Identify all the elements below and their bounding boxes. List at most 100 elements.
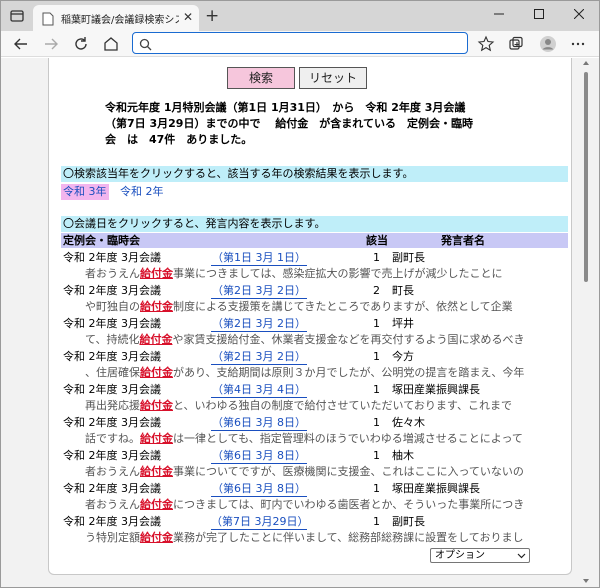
- table-row: 令和 2年度 3月会議 （第2日 3月 2日） 1 今方、住居確保給付金があり、支給期…: [61, 349, 568, 382]
- table-row: 令和 2年度 3月会議 （第6日 3月 8日） 1 佐々木 話ですね。給付金は一律として…: [61, 415, 568, 448]
- meeting-name: 令和 2年度 3月会議: [63, 251, 161, 264]
- summary-line: （第7日 3月29日）までの中で 給付金 が含まれている 定例会・臨時: [105, 117, 473, 130]
- maximize-icon[interactable]: [519, 1, 559, 29]
- hit-count: 1: [373, 449, 380, 462]
- meeting-date-link[interactable]: （第6日 3月 8日）: [211, 481, 307, 497]
- text-snippet: 者おうえん給付金事業につきましては、感染症拡大の影響で売上げが減少したことに: [85, 266, 568, 282]
- address-bar[interactable]: [132, 32, 468, 54]
- page-viewport: 検索 リセット 令和元年度 1月特別会議（第1日 1月31日） から 令和 2年…: [1, 58, 599, 587]
- table-row: 令和 2年度 3月会議 （第2日 3月 2日） 2 町長 や町独自の給付金制度による支援…: [61, 283, 568, 316]
- snippet-after: と、いわゆる独自の制度で給付させていただいております、これまで: [173, 399, 513, 412]
- summary-line: 令和元年度 1月特別会議（第1日 1月31日） から 令和 2年度 3月会議: [105, 101, 466, 114]
- meeting-name: 令和 2年度 3月会議: [63, 416, 161, 429]
- year-link-selected[interactable]: 令和 3年: [61, 184, 109, 200]
- meeting-date-link[interactable]: （第6日 3月 8日）: [211, 448, 307, 464]
- favorite-star-icon[interactable]: [476, 34, 496, 54]
- snippet-before: て、持続化: [85, 333, 140, 346]
- collections-icon[interactable]: [506, 34, 526, 54]
- meeting-info-bar: 〇会議日をクリックすると、発言内容を表示します。: [61, 216, 568, 232]
- meeting-name: 令和 2年度 3月会議: [63, 284, 161, 297]
- snippet-after: 制度による支援策を講じてきたところでありますが、依然として企業: [173, 300, 513, 313]
- keyword-highlight: 給付金: [140, 498, 173, 511]
- table-row: 令和 2年度 3月会議 （第6日 3月 8日） 1 柚木 者おうえん給付金事業についてで…: [61, 448, 568, 481]
- text-snippet: 話ですね。給付金は一律としても、指定管理料のほうでいわゆる増減させることによって: [85, 431, 568, 447]
- search-icon: [139, 36, 152, 55]
- new-tab-button[interactable]: +: [205, 6, 219, 26]
- tab-actions-icon[interactable]: [9, 8, 25, 24]
- minimize-icon[interactable]: [479, 1, 519, 29]
- snippet-before: 者おうえん: [85, 498, 140, 511]
- table-row: 令和 2年度 3月会議 （第4日 3月 4日） 1 塚田産業振興課長再出発応援給付金と…: [61, 382, 568, 415]
- meeting-name: 令和 2年度 3月会議: [63, 449, 161, 462]
- scroll-up-icon[interactable]: [582, 59, 590, 67]
- snippet-after: 業務が完了したことに伴いまして、総務部総務課に設置をしておりまし: [173, 531, 524, 544]
- close-window-icon[interactable]: [559, 1, 599, 29]
- year-info-bar: 〇検索該当年をクリックすると、該当する年の検索結果を表示します。: [61, 166, 568, 182]
- snippet-after: 事業についてですが、医療機関に支援金、これはここに入っていないの: [173, 465, 524, 478]
- option-select[interactable]: オプション: [430, 548, 530, 563]
- snippet-after: は一律としても、指定管理料のほうでいわゆる増減させることによって: [173, 432, 523, 445]
- snippet-before: 者おうえん: [85, 465, 140, 478]
- keyword-highlight: 給付金: [139, 333, 173, 346]
- snippet-before: 、住居確保: [85, 366, 140, 379]
- speaker-name: 副町長: [392, 515, 425, 528]
- meeting-name: 令和 2年度 3月会議: [63, 317, 161, 330]
- reset-button[interactable]: リセット: [299, 67, 367, 89]
- speaker-name: 坪井: [392, 317, 414, 330]
- speaker-name: 塚田産業振興課長: [392, 482, 480, 495]
- hit-count: 1: [373, 350, 380, 363]
- meeting-name: 令和 2年度 3月会議: [63, 515, 161, 528]
- hit-count: 1: [373, 251, 380, 264]
- text-snippet: 再出発応援給付金と、いわゆる独自の制度で給付させていただいております、これまで: [85, 398, 568, 414]
- search-results-panel: 検索 リセット 令和元年度 1月特別会議（第1日 1月31日） から 令和 2年…: [48, 58, 572, 575]
- text-snippet: 者おうえん給付金につきましては、町内でいわゆる歯医者とか、そういった事業所につき: [85, 497, 568, 513]
- year-links: 令和 3年 令和 2年: [61, 184, 164, 200]
- snippet-before: や町独自の: [85, 300, 140, 313]
- browser-tab[interactable]: 稲葉町議会/会議録検索システム ✕: [33, 5, 199, 31]
- meeting-date-link[interactable]: （第6日 3月 8日）: [211, 415, 307, 431]
- hit-count: 1: [373, 317, 380, 330]
- option-select-value: オプション: [435, 550, 485, 561]
- hit-count: 1: [373, 482, 380, 495]
- meeting-date-link[interactable]: （第4日 3月 4日）: [211, 382, 307, 398]
- snippet-after: があり、支給期間は原則３か月でしたが、公明党の提言を踏まえ、今年: [173, 366, 525, 379]
- meeting-name: 令和 2年度 3月会議: [63, 350, 161, 363]
- meeting-date-link[interactable]: （第1日 3月 1日）: [211, 250, 307, 266]
- meeting-date-link[interactable]: （第2日 3月 2日）: [211, 316, 307, 332]
- text-snippet: 、住居確保給付金があり、支給期間は原則３か月でしたが、公明党の提言を踏まえ、今年: [85, 365, 568, 381]
- results-table-header: 定例会・臨時会 該当 発言者名: [61, 233, 568, 248]
- header-speaker: 発言者名: [441, 234, 485, 247]
- text-snippet: う特別定額給付金業務が完了したことに伴いまして、総務部総務課に設置をしておりまし: [85, 530, 568, 546]
- keyword-highlight: 給付金: [140, 531, 173, 544]
- meeting-date-link[interactable]: （第2日 3月 2日）: [211, 283, 307, 299]
- keyword-highlight: 給付金: [140, 267, 173, 280]
- hit-count: 1: [373, 383, 380, 396]
- header-count: 該当: [366, 234, 388, 247]
- scroll-down-icon[interactable]: [582, 577, 590, 585]
- meeting-date-link[interactable]: （第2日 3月 2日）: [211, 349, 307, 365]
- speaker-name: 副町長: [392, 251, 425, 264]
- search-button[interactable]: 検索: [227, 67, 295, 89]
- speaker-name: 塚田産業振興課長: [392, 383, 480, 396]
- home-icon[interactable]: [101, 34, 121, 54]
- page-scrollbar[interactable]: [579, 58, 593, 587]
- year-link[interactable]: 令和 2年: [120, 184, 164, 200]
- chevron-down-icon: [517, 549, 526, 567]
- scrollbar-thumb[interactable]: [584, 72, 588, 282]
- meeting-date-link[interactable]: （第7日 3月29日）: [211, 514, 309, 530]
- summary-line: 会 は 47件 ありました。: [105, 133, 253, 146]
- meeting-name: 令和 2年度 3月会議: [63, 383, 161, 396]
- speaker-name: 柚木: [392, 449, 414, 462]
- refresh-icon[interactable]: [71, 34, 91, 54]
- profile-avatar-icon[interactable]: [538, 34, 558, 54]
- speaker-name: 今方: [392, 350, 414, 363]
- forward-icon[interactable]: [41, 34, 61, 54]
- menu-dots-icon[interactable]: [568, 34, 588, 54]
- back-icon[interactable]: [11, 34, 31, 54]
- close-tab-icon[interactable]: ✕: [183, 9, 193, 25]
- snippet-after: や家賃支援給付金、休業者支援金などを再交付するよう国に求めるべき: [172, 333, 525, 346]
- header-meeting: 定例会・臨時会: [63, 234, 140, 247]
- speaker-name: 佐々木: [392, 416, 425, 429]
- snippet-before: 話ですね。: [85, 432, 140, 445]
- tab-title: 稲葉町議会/会議録検索システム: [61, 15, 179, 26]
